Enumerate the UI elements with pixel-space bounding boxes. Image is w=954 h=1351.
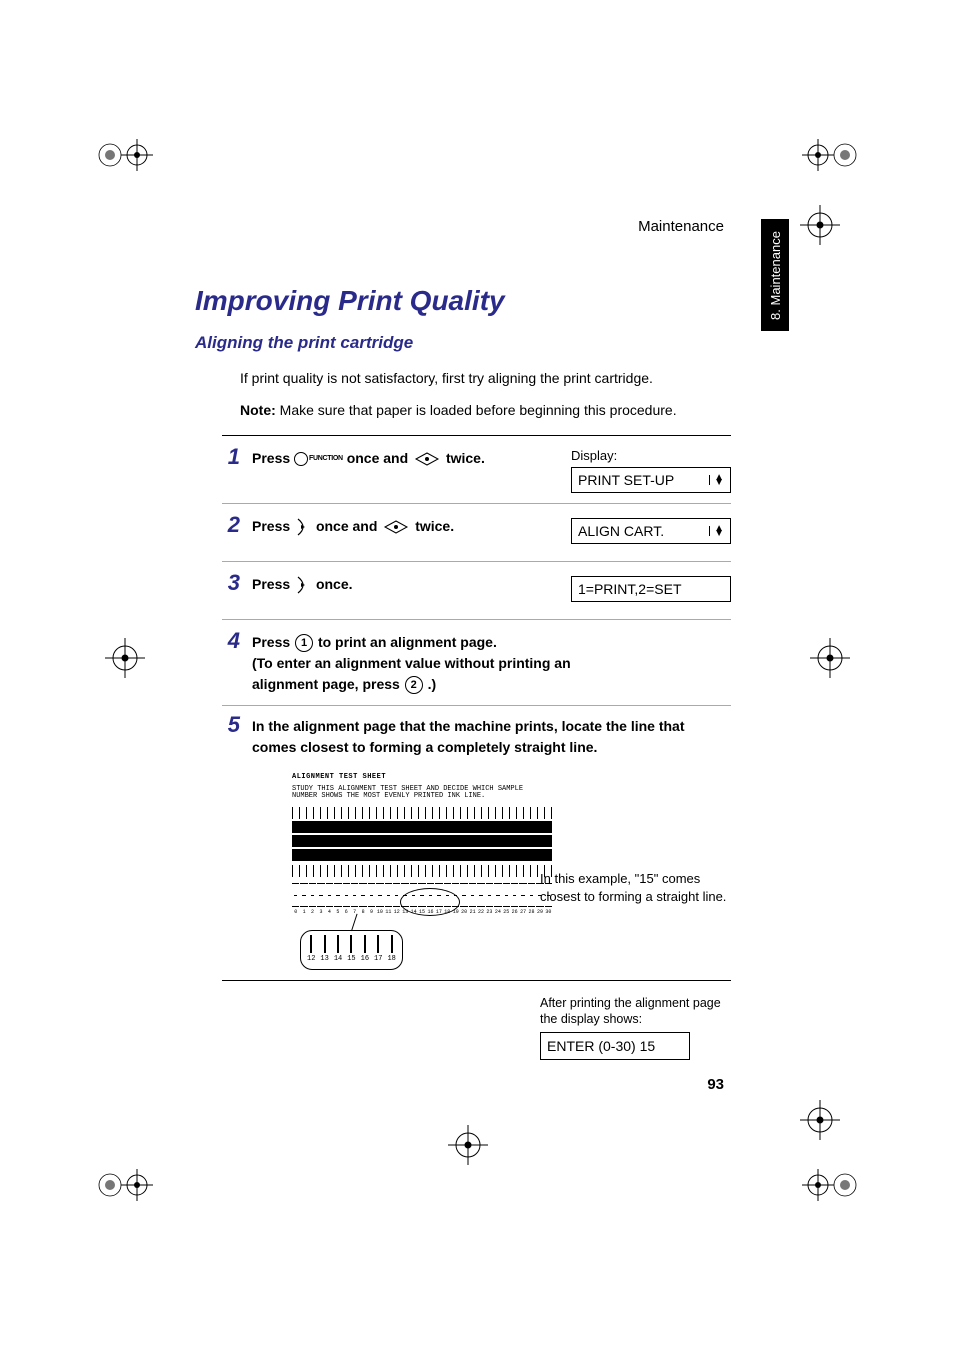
example-callout-text: In this example, "15" comes closest to f… <box>540 870 730 905</box>
alignment-test-sheet: ALIGNMENT TEST SHEET STUDY THIS ALIGNMEN… <box>292 772 552 970</box>
step-display: 1=PRINT,2=SET <box>571 572 731 602</box>
crop-mark-icon <box>800 1155 860 1215</box>
number-key-icon: 1 <box>295 634 313 652</box>
scroll-arrows-icon: ▲▼ <box>709 475 724 485</box>
after-print-text: After printing the alignment page the di… <box>540 995 730 1060</box>
sheet-subtitle: STUDY THIS ALIGNMENT TEST SHEET AND DECI… <box>292 786 552 801</box>
note-text: Note: Make sure that paper is loaded bef… <box>240 401 720 421</box>
display-value: ALIGN CART. <box>578 523 664 539</box>
step-body: Press FUNCTION once and twice. <box>244 446 571 469</box>
right-arrow-key-icon <box>296 517 310 537</box>
step-body: Press 1 to print an alignment page. (To … <box>244 630 731 695</box>
crop-mark-icon <box>800 125 860 185</box>
crop-mark-icon <box>438 1115 498 1175</box>
tick-marks <box>292 807 552 819</box>
nav-key-icon <box>383 519 409 535</box>
sheet-title: ALIGNMENT TEST SHEET <box>292 772 552 783</box>
crop-mark-icon <box>95 628 155 688</box>
step-display: Display: PRINT SET-UP ▲▼ <box>571 446 731 493</box>
step-row: 2 Press once and twice. ALIGN CART. ▲▼ <box>222 504 731 562</box>
display-box: PRINT SET-UP ▲▼ <box>571 467 731 493</box>
display-value: 1=PRINT,2=SET <box>578 581 682 597</box>
magnifier-callout: 12131415161718 <box>300 930 403 970</box>
intro-text: If print quality is not satisfactory, fi… <box>240 369 720 389</box>
crop-mark-icon <box>790 195 850 255</box>
running-header: Maintenance <box>638 218 724 235</box>
crop-mark-icon <box>800 628 860 688</box>
step-row: 3 Press once. 1=PRINT,2=SET <box>222 562 731 620</box>
display-label: Display: <box>571 448 731 463</box>
black-bars <box>292 821 552 861</box>
chapter-tab: 8. Maintenance <box>761 219 789 331</box>
step-row: 1 Press FUNCTION once and twice. Display… <box>222 436 731 504</box>
crop-mark-icon <box>95 1155 155 1215</box>
crop-mark-icon <box>790 1090 850 1150</box>
display-box: 1=PRINT,2=SET <box>571 576 731 602</box>
tick-marks <box>292 865 552 877</box>
step5-text: In the alignment page that the machine p… <box>252 718 685 755</box>
note-body: Make sure that paper is loaded before be… <box>276 402 677 418</box>
step-number: 5 <box>222 714 244 736</box>
step-row: 5 In the alignment page that the machine… <box>222 706 731 980</box>
step-body: Press once and twice. <box>244 514 571 537</box>
nav-key-icon <box>414 451 440 467</box>
display-value: ENTER (0-30) 15 <box>547 1037 655 1055</box>
step-number: 3 <box>222 572 244 594</box>
page: Maintenance 8. Maintenance Improving Pri… <box>0 0 954 1351</box>
note-label: Note: <box>240 402 276 418</box>
chapter-tab-label: 8. Maintenance <box>768 231 783 320</box>
display-value: PRINT SET-UP <box>578 472 674 488</box>
display-box: ALIGN CART. ▲▼ <box>571 518 731 544</box>
step-body: Press once. <box>244 572 571 595</box>
crop-mark-icon <box>95 125 155 185</box>
number-key-icon: 2 <box>405 676 423 694</box>
display-box: ENTER (0-30) 15 <box>540 1032 690 1060</box>
page-title: Improving Print Quality <box>195 285 505 317</box>
right-arrow-key-icon <box>296 575 310 595</box>
scroll-arrows-icon: ▲▼ <box>709 526 724 536</box>
function-key-icon: FUNCTION <box>294 452 343 466</box>
step-number: 1 <box>222 446 244 468</box>
section-title: Aligning the print cartridge <box>195 333 413 353</box>
step-number: 2 <box>222 514 244 536</box>
step-body: In the alignment page that the machine p… <box>244 714 731 970</box>
page-number: 93 <box>707 1076 724 1093</box>
step-number: 4 <box>222 630 244 652</box>
step-row: 4 Press 1 to print an alignment page. (T… <box>222 620 731 706</box>
step-display: ALIGN CART. ▲▼ <box>571 514 731 544</box>
